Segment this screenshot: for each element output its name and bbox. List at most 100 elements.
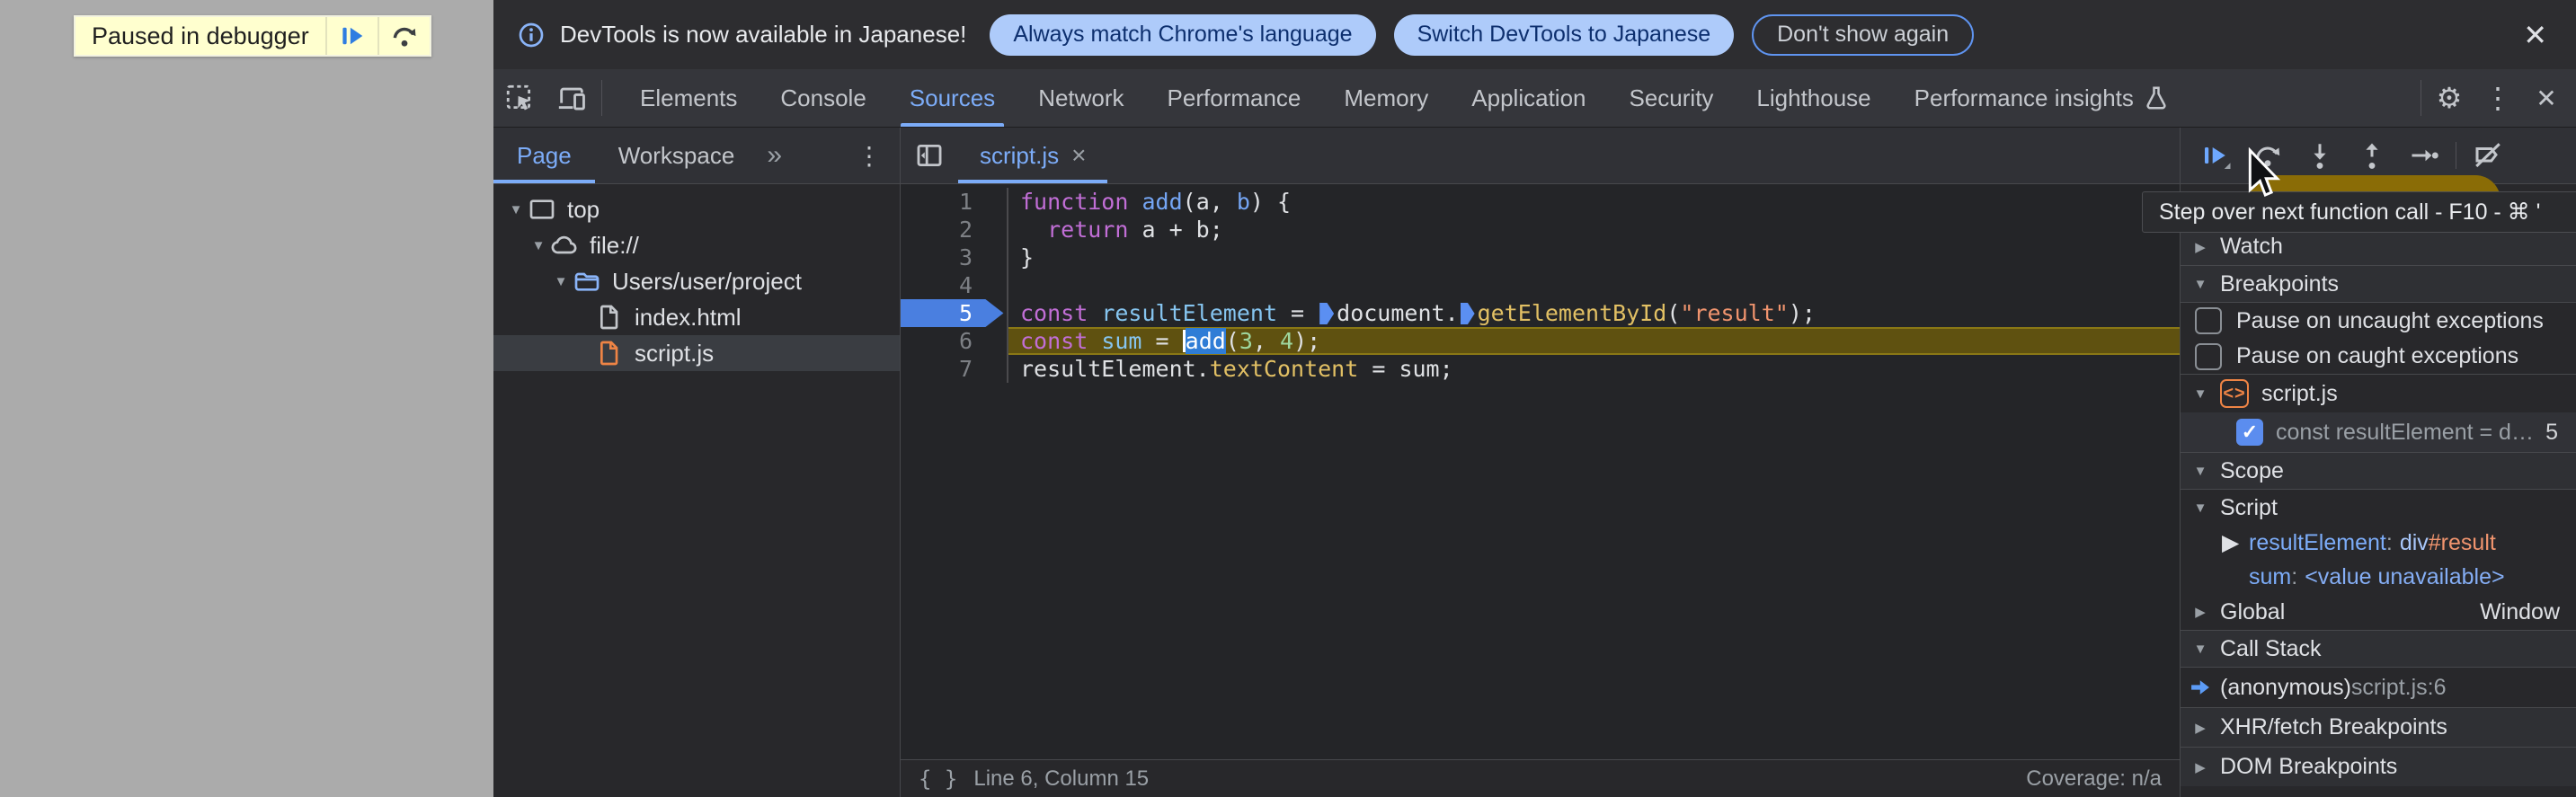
paused-in-debugger-banner: Paused in debugger — [74, 15, 431, 57]
tab-network[interactable]: Network — [1017, 69, 1145, 127]
dont-show-again-button[interactable]: Don't show again — [1752, 13, 1975, 56]
tree-item-label: top — [567, 195, 600, 223]
line-number[interactable]: 3 — [901, 244, 1007, 271]
step-button[interactable] — [2398, 131, 2450, 180]
dom-breakpoints-label: DOM Breakpoints — [2220, 754, 2398, 779]
tree-item-file[interactable]: ▼ file:// — [493, 227, 900, 263]
code-line-5[interactable]: 5 const resultElement = document. getEleme… — [901, 299, 2180, 327]
breakpoint-marker[interactable]: 5 — [901, 299, 1004, 327]
switch-to-japanese-button[interactable]: Switch DevTools to Japanese — [1393, 13, 1735, 56]
breakpoint-line-number: 5 — [2545, 419, 2558, 445]
tab-lighthouse[interactable]: Lighthouse — [1735, 69, 1892, 127]
device-toolbar-button[interactable] — [546, 69, 598, 127]
devtools-menu-icon[interactable]: ⋮ — [2474, 69, 2522, 127]
editor-pane: script.js × 1 function add(a, b) {2 retur… — [901, 128, 2180, 797]
line-number[interactable]: 2 — [901, 216, 1007, 244]
toolbar-right-group: ⚙ ⋮ ✕ — [2417, 69, 2576, 127]
tab-security[interactable]: Security — [1608, 69, 1736, 127]
inline-breakpoint-icon[interactable] — [1319, 303, 1335, 324]
tab-label: Performance — [1167, 84, 1301, 111]
tab-memory[interactable]: Memory — [1322, 69, 1450, 127]
section-call-stack[interactable]: ▼ Call Stack — [2181, 630, 2576, 668]
settings-gear-icon[interactable]: ⚙ — [2425, 69, 2474, 127]
pause-uncaught-checkbox[interactable] — [2195, 307, 2222, 334]
step-out-button[interactable] — [2346, 131, 2398, 180]
inspect-element-button[interactable] — [493, 69, 546, 127]
call-stack-frame[interactable]: (anonymous) script.js:6 — [2181, 668, 2576, 707]
scope-variable-sum[interactable]: sum: <value unavailable> — [2181, 560, 2576, 594]
navigator-menu-icon[interactable]: ⋮ — [839, 128, 900, 183]
code-line-4[interactable]: 4 — [901, 271, 2180, 299]
tab-performance-insights[interactable]: Performance insights — [1893, 69, 2191, 127]
tab-console[interactable]: Console — [759, 69, 887, 127]
section-dom-breakpoints[interactable]: ▶ DOM Breakpoints — [2181, 747, 2576, 786]
editor-tab-scriptjs[interactable]: script.js × — [958, 128, 1108, 183]
tree-item-label: Users/user/project — [612, 267, 802, 295]
variable-value: div — [2399, 529, 2429, 555]
line-number[interactable]: 6 — [901, 327, 1007, 355]
tab-page[interactable]: Page — [493, 128, 595, 183]
pause-caught-label: Pause on caught exceptions — [2236, 343, 2519, 368]
flask-icon — [2143, 84, 2170, 111]
step-over-button[interactable] — [2242, 131, 2294, 180]
pause-uncaught-row[interactable]: Pause on uncaught exceptions — [2181, 303, 2576, 339]
tree-item-index-html[interactable]: index.html — [493, 299, 900, 335]
resume-button[interactable] — [2190, 131, 2242, 180]
colon: : — [2291, 563, 2298, 589]
code-token: sum — [1101, 328, 1142, 354]
always-match-language-button[interactable]: Always match Chrome's language — [990, 13, 1376, 56]
scope-variable-resultelement[interactable]: ▶ resultElement: div #result — [2181, 526, 2576, 560]
line-number[interactable]: 1 — [901, 188, 1007, 216]
tab-sources[interactable]: Sources — [888, 69, 1017, 127]
step-into-button[interactable] — [2294, 131, 2346, 180]
line-number[interactable]: 7 — [901, 355, 1007, 383]
tree-item-script-js[interactable]: script.js — [493, 335, 900, 371]
deactivate-breakpoints-button[interactable] — [2462, 131, 2514, 180]
inline-breakpoint-icon[interactable] — [1460, 303, 1475, 324]
pause-caught-row[interactable]: Pause on caught exceptions — [2181, 339, 2576, 375]
code-token: 4 — [1280, 328, 1294, 354]
code-token: function — [1020, 189, 1129, 215]
devtools-window: DevTools is now available in Japanese! A… — [493, 0, 2576, 797]
tab-elements[interactable]: Elements — [618, 69, 759, 127]
tab-workspace[interactable]: Workspace — [595, 128, 759, 183]
tree-item-top[interactable]: ▼ top — [493, 191, 900, 227]
editor-tab-close-icon[interactable]: × — [1071, 141, 1086, 170]
tree-item-users-user-project[interactable]: ▼ Users/user/project — [493, 263, 900, 299]
breakpoint-checkbox[interactable]: ✓ — [2236, 419, 2263, 446]
breakpoint-entry[interactable]: ✓ const resultElement = doc⋯ 5 — [2181, 412, 2576, 452]
infobar-close-icon[interactable]: ✕ — [2516, 17, 2554, 53]
tab-performance[interactable]: Performance — [1146, 69, 1323, 127]
scope-script-group[interactable]: ▼ Script — [2181, 490, 2576, 526]
code-token: b — [1236, 189, 1250, 215]
code-line-7[interactable]: 7 resultElement.textContent = sum; — [901, 355, 2180, 383]
debugger-sections: ▶ Watch ▼ Breakpoints Pause on uncaught … — [2181, 184, 2576, 797]
resume-script-button[interactable] — [324, 17, 378, 55]
code-line-2[interactable]: 2 return a + b; — [901, 216, 2180, 244]
tab-label: Performance insights — [1914, 84, 2134, 111]
section-breakpoints[interactable]: ▼ Breakpoints — [2181, 265, 2576, 303]
tab-application[interactable]: Application — [1450, 69, 1607, 127]
devtools-close-icon[interactable]: ✕ — [2522, 69, 2571, 127]
section-xhr-breakpoints[interactable]: ▶ XHR/fetch Breakpoints — [2181, 707, 2576, 747]
step-out-icon — [2366, 143, 2378, 169]
code-line-3[interactable]: 3} — [901, 244, 2180, 271]
chevron-right-icon: ▶ — [2195, 605, 2206, 620]
section-scope[interactable]: ▼ Scope — [2181, 452, 2576, 490]
more-tabs-icon[interactable]: » — [758, 128, 791, 183]
code-line-1[interactable]: 1 function add(a, b) { — [901, 188, 2180, 216]
active-frame-icon — [2181, 675, 2220, 700]
scope-global-group[interactable]: ▶ Global Window — [2181, 594, 2576, 630]
pretty-print-icon[interactable]: { } — [919, 766, 957, 792]
infobar-message: DevTools is now available in Japanese! — [560, 21, 967, 48]
section-watch[interactable]: ▶ Watch — [2181, 227, 2576, 265]
code-line-content: } — [1007, 244, 2180, 271]
toggle-navigator-button[interactable] — [901, 128, 958, 183]
pause-caught-checkbox[interactable] — [2195, 342, 2222, 370]
step-over-banner-button[interactable] — [377, 17, 430, 55]
line-number[interactable]: 4 — [901, 271, 1007, 299]
code-line-6[interactable]: 6 const sum = add(3, 4); — [901, 327, 2180, 355]
breakpoint-file-group[interactable]: ▼ <> script.js — [2181, 375, 2576, 412]
code-line-content: const sum = add(3, 4); — [1007, 327, 2180, 355]
code-editor[interactable]: 1 function add(a, b) {2 return a + b; 3} 4 5… — [901, 184, 2180, 759]
